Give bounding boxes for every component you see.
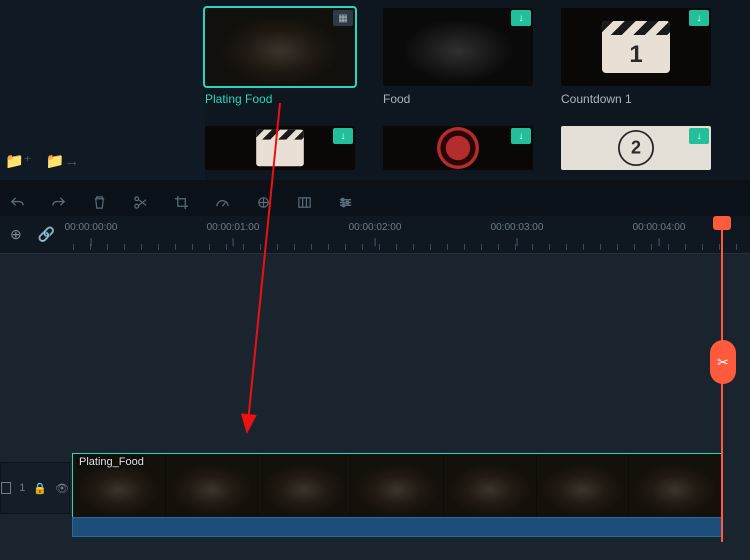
color-button[interactable] [256, 195, 271, 210]
split-scissor-button[interactable]: ✂ [710, 340, 736, 384]
media-item-countdown-1[interactable]: 1 ↓ Countdown 1 [561, 8, 711, 106]
download-icon[interactable]: ↓ [689, 10, 709, 26]
library-sidebar: 📁⁺ 📁→ [0, 0, 205, 180]
delete-button[interactable] [92, 195, 107, 210]
import-folder-icon[interactable]: 📁→ [46, 152, 80, 170]
redo-button[interactable] [51, 195, 66, 210]
clapperboard-icon: 1 [602, 21, 670, 73]
speed-button[interactable] [215, 195, 230, 210]
media-label: Plating Food [205, 92, 355, 106]
ruler[interactable]: 00:00:00:00 00:00:01:00 00:00:02:00 00:0… [73, 222, 750, 250]
ruler-tick: 00:00:00:00 [65, 222, 118, 233]
clapperboard-icon [256, 130, 304, 166]
media-item[interactable]: 2 ↓ [561, 126, 711, 170]
film-strip-icon: ▦ [333, 10, 353, 26]
timeline-toolbar [0, 188, 750, 216]
thumbnail[interactable]: 2 ↓ [561, 126, 711, 170]
media-item-food[interactable]: ↓ Food [383, 8, 533, 106]
track-thumbnail-toggle[interactable] [1, 482, 11, 494]
thumbnail[interactable]: ▦ [205, 8, 355, 86]
thumbnail[interactable]: ↓ [205, 126, 355, 170]
ruler-tick: 00:00:04:00 [633, 222, 686, 233]
media-item-plating-food[interactable]: ▦ Plating Food [205, 8, 355, 106]
media-item[interactable]: ↓ [383, 126, 533, 170]
timeline-ruler[interactable]: ⊕ 🔗 00:00:00:00 00:00:01:00 00:00:02:00 … [0, 216, 750, 254]
clip-frame [629, 454, 722, 518]
split-button[interactable] [133, 195, 148, 210]
playhead-handle[interactable] [713, 216, 731, 230]
export-frame-button[interactable] [297, 195, 312, 210]
timeline-tracks[interactable]: 1 🔒 👁 Plating_Food [0, 254, 750, 560]
audio-clip[interactable] [73, 518, 722, 536]
countdown-disc-icon [437, 127, 479, 169]
media-item[interactable]: ↓ [205, 126, 355, 170]
video-clip[interactable]: Plating_Food [73, 454, 722, 518]
new-folder-icon[interactable]: 📁⁺ [5, 152, 32, 170]
track-controls: 1 🔒 👁 [0, 462, 70, 514]
ruler-tick: 00:00:02:00 [349, 222, 402, 233]
clip-frame [351, 454, 444, 518]
clip-frame [166, 454, 259, 518]
track-index: 1 [19, 482, 25, 494]
lock-icon[interactable]: 🔒 [33, 482, 47, 495]
countdown-ring-icon: 2 [618, 130, 654, 166]
clip-frame [258, 454, 351, 518]
thumbnail[interactable]: ↓ [383, 8, 533, 86]
visibility-icon[interactable]: 👁 [55, 482, 69, 495]
ruler-tick: 00:00:01:00 [207, 222, 260, 233]
timeline: ⊕ 🔗 00:00:00:00 00:00:01:00 00:00:02:00 … [0, 216, 750, 560]
media-library: 📁⁺ 📁→ ▦ Plating Food ↓ Food 1 ↓ Countdow… [0, 0, 750, 180]
ruler-tick: 00:00:03:00 [491, 222, 544, 233]
download-icon[interactable]: ↓ [689, 128, 709, 144]
download-icon[interactable]: ↓ [511, 128, 531, 144]
thumbnail[interactable]: 1 ↓ [561, 8, 711, 86]
clip-frame [444, 454, 537, 518]
link-button[interactable]: 🔗 [38, 226, 55, 243]
clip-label: Plating_Food [79, 456, 144, 468]
thumbnail[interactable]: ↓ [383, 126, 533, 170]
download-icon[interactable]: ↓ [511, 10, 531, 26]
download-icon[interactable]: ↓ [333, 128, 353, 144]
media-label: Food [383, 92, 533, 106]
clip-frame [537, 454, 630, 518]
settings-button[interactable] [338, 195, 353, 210]
crop-button[interactable] [174, 195, 189, 210]
add-marker-button[interactable]: ⊕ [10, 226, 22, 243]
undo-button[interactable] [10, 195, 25, 210]
media-label: Countdown 1 [561, 92, 711, 106]
